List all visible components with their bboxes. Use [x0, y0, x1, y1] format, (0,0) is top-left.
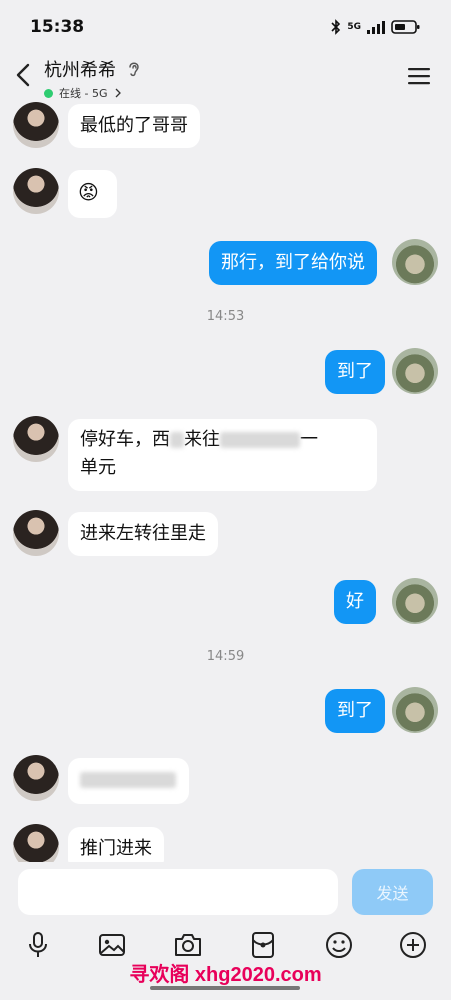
message-bubble-outgoing[interactable]: 好 — [334, 580, 376, 624]
status-bar: 15:38 5G — [0, 0, 451, 54]
presence-status[interactable]: 在线 - 5G — [44, 85, 141, 101]
timestamp: 14:53 — [206, 309, 245, 324]
message-text: 进来左转往里走 — [80, 523, 206, 544]
message-bubble-incoming[interactable]: 最低的了哥哥 — [68, 104, 200, 148]
chat-header: 杭州希希 在线 - 5G — [0, 54, 451, 100]
menu-icon[interactable] — [408, 66, 430, 86]
message-text: 推门进来 — [80, 838, 152, 859]
message-text: 来往 — [184, 429, 220, 450]
message-text: 到了 — [337, 700, 373, 721]
redacted-text — [170, 432, 184, 448]
message-bubble-outgoing[interactable]: 那行，到了给你说 — [209, 241, 377, 285]
timestamp: 14:59 — [206, 649, 245, 664]
redacted-text — [80, 772, 176, 788]
send-button[interactable]: 发送 — [352, 869, 433, 915]
ear-icon — [129, 62, 139, 77]
message-text: 好 — [346, 591, 364, 612]
contact-avatar[interactable] — [13, 102, 59, 148]
message-bubble-incoming[interactable]: 推门进来 — [68, 827, 164, 862]
message-text: 单元 — [80, 457, 116, 478]
bluetooth-icon — [331, 19, 341, 35]
camera-icon[interactable] — [173, 930, 203, 960]
contact-avatar[interactable] — [13, 416, 59, 462]
my-avatar[interactable] — [392, 239, 438, 285]
watermark: 寻欢阁 xhg2020.com — [129, 964, 322, 986]
chat-messages[interactable]: 最低的了哥哥 😡 那行，到了给你说 14:53 到了 停好车，西 来往 一 单元 进… — [0, 100, 451, 862]
online-dot-icon — [44, 88, 53, 98]
my-avatar[interactable] — [392, 348, 438, 394]
my-avatar[interactable] — [392, 578, 438, 624]
image-icon[interactable] — [97, 930, 127, 960]
angry-emoji-icon: 😡 — [78, 180, 99, 204]
contact-name: 杭州希希 — [44, 60, 116, 81]
message-text: 停好车，西 — [80, 429, 170, 450]
contact-avatar[interactable] — [13, 755, 59, 801]
status-icons: 5G — [331, 19, 421, 35]
message-text: 到了 — [337, 361, 373, 382]
message-text: 最低的了哥哥 — [80, 115, 188, 136]
input-bar: 发送 — [0, 862, 451, 924]
emoji-icon[interactable] — [324, 930, 354, 960]
plus-icon[interactable] — [398, 930, 428, 960]
message-bubble-incoming[interactable] — [68, 758, 189, 804]
contact-avatar[interactable] — [13, 168, 59, 214]
signal-icon — [367, 21, 385, 34]
status-time: 15:38 — [30, 17, 85, 37]
chevron-right-icon — [115, 88, 121, 98]
message-bubble-incoming[interactable]: 停好车，西 来往 一 单元 — [68, 419, 377, 491]
redacted-text — [220, 432, 300, 448]
message-input[interactable] — [18, 869, 338, 915]
back-icon[interactable] — [12, 62, 38, 88]
red-packet-icon[interactable] — [248, 930, 278, 960]
message-text: 一 — [300, 429, 318, 450]
presence-label: 在线 - 5G — [59, 87, 108, 100]
contact-avatar[interactable] — [13, 510, 59, 556]
message-bubble-outgoing[interactable]: 到了 — [325, 689, 385, 733]
microphone-icon[interactable] — [23, 930, 53, 960]
contact-avatar[interactable] — [13, 824, 59, 862]
message-line: 停好车，西 来往 一 — [80, 426, 365, 454]
my-avatar[interactable] — [392, 687, 438, 733]
home-indicator[interactable] — [150, 986, 300, 990]
message-bubble-outgoing[interactable]: 到了 — [325, 350, 385, 394]
message-bubble-incoming[interactable]: 😡 — [68, 170, 117, 218]
message-bubble-incoming[interactable]: 进来左转往里走 — [68, 512, 218, 556]
message-text: 那行，到了给你说 — [221, 252, 365, 273]
contact-title[interactable]: 杭州希希 在线 - 5G — [44, 56, 141, 101]
network-label: 5G — [347, 22, 361, 32]
battery-icon — [391, 20, 420, 34]
